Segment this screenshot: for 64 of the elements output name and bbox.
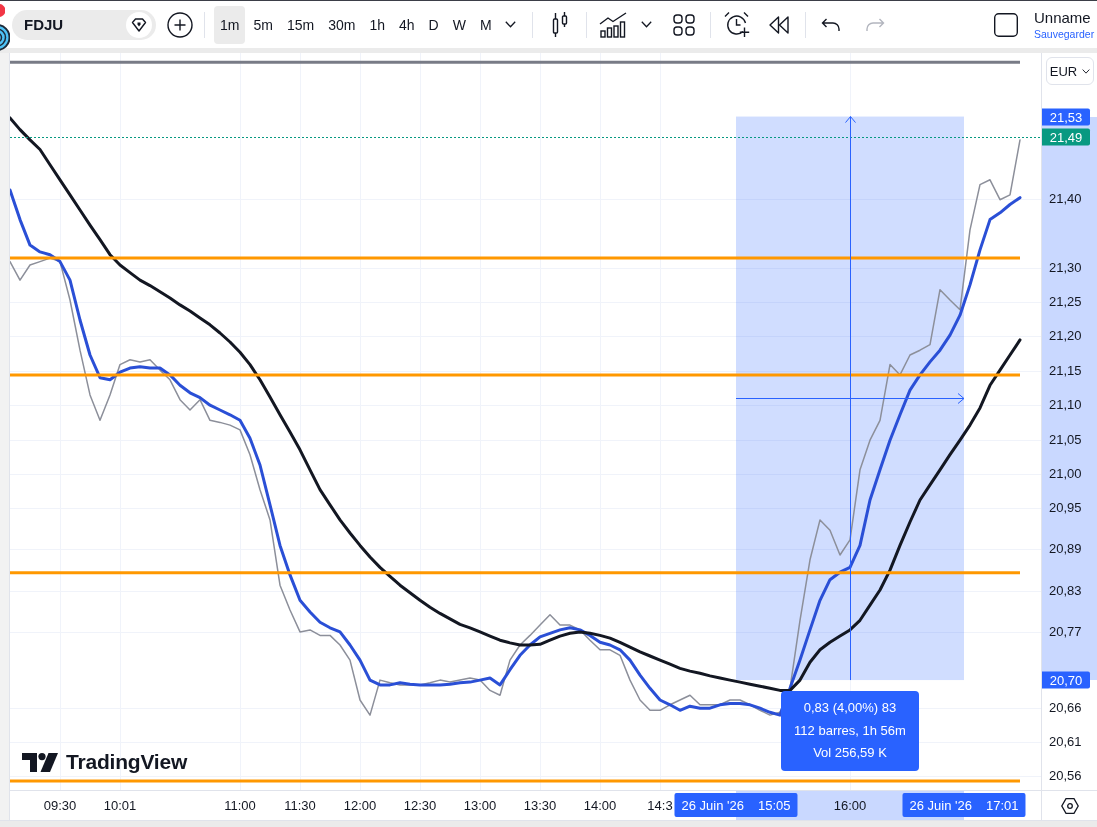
interval-tab[interactable]: 1m: [214, 5, 246, 44]
interval-tab[interactable]: 4h: [392, 5, 421, 44]
price-tick-label: 21,40: [1049, 191, 1082, 207]
time-tick-label: 13:30: [523, 798, 557, 814]
symbol-search[interactable]: FDJU: [12, 9, 156, 40]
price-tick-label: 20,89: [1049, 541, 1082, 558]
last-price-label: 21,49: [1042, 128, 1090, 146]
interval-tab[interactable]: 15m: [280, 5, 321, 44]
time-tick-label: 12:00: [343, 798, 377, 814]
price-tick-label: 20,61: [1049, 733, 1082, 750]
candlestick-icon[interactable]: [550, 11, 569, 38]
date-text: 26 Juin '26: [681, 797, 744, 813]
price-tick-label: 21,15: [1049, 362, 1082, 379]
time-tick-label: 11:30: [284, 798, 316, 814]
chevron-down-icon[interactable]: [505, 21, 517, 28]
ring-icon[interactable]: [0, 24, 10, 51]
chevron-down-icon[interactable]: [1082, 68, 1091, 74]
interval-tab[interactable]: W: [446, 5, 472, 44]
currency-button[interactable]: EUR: [1046, 57, 1094, 85]
price-tick-label: 20,77: [1049, 623, 1082, 640]
time-tick-label: 14:00: [583, 798, 617, 814]
indicators-icon[interactable]: [598, 11, 627, 38]
logo-icon: [22, 752, 58, 772]
price-tick-label: 20,66: [1049, 699, 1082, 716]
price-tick-label: 21,25: [1049, 294, 1082, 311]
alarm-add-icon[interactable]: [723, 11, 750, 38]
price-tick-label: 21,10: [1049, 397, 1082, 414]
measure-info-text: 0,83 (4,00%) 83: [803, 699, 897, 718]
settings-icon[interactable]: [1060, 797, 1079, 814]
time-text: 15:05: [757, 797, 791, 813]
interval-tab[interactable]: M: [473, 5, 498, 44]
price-tick-label: 21,00: [1049, 465, 1082, 482]
measure-price-label: 21,53: [1042, 108, 1090, 126]
time-tick-label: 09:30: [43, 798, 77, 814]
interval-tab[interactable]: 30m: [322, 5, 362, 44]
interval-tab[interactable]: 5m: [247, 5, 279, 44]
price-tick-label: 20,83: [1049, 582, 1082, 599]
time-tick-label: 13:00: [463, 798, 497, 814]
time-tick-label: 11:00: [224, 798, 256, 814]
time-tick-label: 12:30: [403, 798, 437, 814]
grid-icon[interactable]: [672, 13, 695, 36]
price-tick-label: 21,30: [1049, 259, 1082, 276]
time-tick-label: 16:00: [833, 798, 867, 814]
undo-icon[interactable]: [820, 17, 841, 32]
date-text: 26 Juin '26: [909, 797, 972, 813]
chevron-down-icon[interactable]: [641, 21, 653, 28]
save-link[interactable]: Sauvegarder: [1034, 28, 1097, 40]
time-tick-label: 10:01: [103, 798, 137, 814]
rewind-icon[interactable]: [767, 15, 790, 34]
interval-tab[interactable]: D: [422, 5, 445, 44]
logo-text: TradingView: [66, 750, 188, 774]
price-tick-label: 20,95: [1049, 500, 1082, 517]
square-icon[interactable]: [994, 12, 1018, 37]
price-tick-label: 21,05: [1049, 431, 1082, 448]
measure-info-text: 112 barres, 1h 56m: [794, 721, 906, 740]
measure-info-text: Vol 256,59 K: [813, 744, 887, 763]
time-tick-label: 14:3: [647, 798, 673, 814]
interval-tab[interactable]: 1h: [363, 5, 391, 44]
measure-price-label: 20,70: [1042, 671, 1090, 689]
price-tick-label: 20,56: [1049, 768, 1082, 785]
layout-name: Unname: [1034, 9, 1092, 26]
time-text: 17:01: [985, 797, 1019, 813]
price-tick-label: 21,20: [1049, 328, 1082, 345]
add-icon[interactable]: [167, 11, 193, 38]
